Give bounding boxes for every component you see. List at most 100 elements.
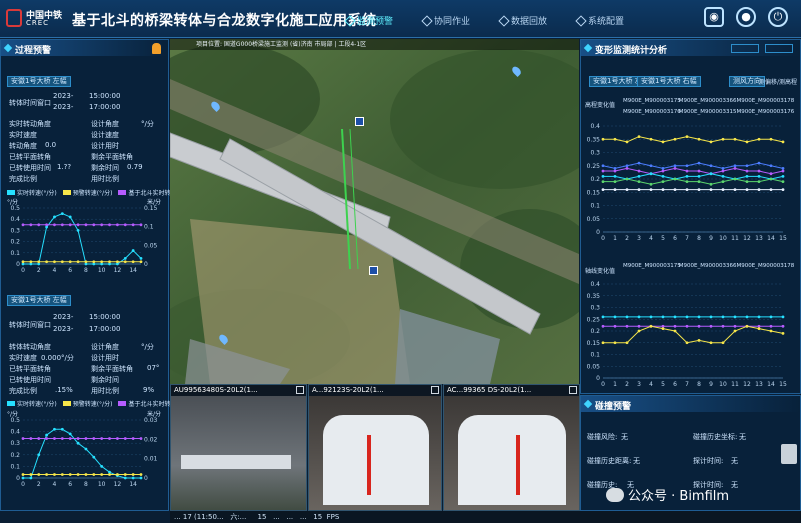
data-point — [53, 427, 56, 431]
user-icon[interactable]: ● — [736, 7, 756, 27]
power-icon[interactable]: ⏻ — [768, 7, 788, 27]
legend-item: M900E_M900003315 — [677, 108, 737, 117]
data-point — [68, 432, 72, 436]
x-tick-label: 9 — [709, 235, 713, 242]
data-point — [709, 172, 713, 176]
data-point — [139, 223, 143, 227]
data-point — [757, 174, 761, 178]
data-point — [53, 260, 56, 264]
bridge-right-button[interactable]: 安徽1号大桥 右幅 — [637, 76, 701, 87]
maximize-icon[interactable] — [296, 386, 304, 394]
qr-code-icon[interactable] — [781, 444, 797, 464]
camera-marker-icon[interactable] — [369, 266, 378, 275]
y-tick-label: 0 — [16, 475, 20, 482]
kv-key: 剩余平面转角 — [91, 153, 133, 161]
status-bar: ... 17 (11:50... 六:... 15 ... ... ... 15… — [170, 511, 801, 523]
y-tick-label: 0.25 — [587, 163, 601, 170]
time-end-date: 2023- — [53, 103, 74, 111]
y2-tick-label: 0 — [144, 261, 148, 268]
x-tick-label: 2 — [37, 267, 41, 274]
fingerprint-icon[interactable]: ◉ — [704, 7, 724, 27]
data-point — [757, 169, 761, 173]
y-tick-label: 0.25 — [587, 316, 601, 323]
data-point — [781, 174, 785, 178]
x-tick-label: 6 — [673, 381, 677, 388]
bridge-tag[interactable]: 安徽1号大桥 左幅 — [7, 295, 71, 306]
nav-settings[interactable]: 系统配置 — [575, 14, 624, 27]
data-point — [781, 140, 785, 144]
data-point — [100, 465, 104, 468]
offset-elevation-button[interactable]: 测偏移/测高程 — [759, 77, 797, 86]
data-point — [613, 324, 617, 328]
legend-label: 实时转速(°/分) — [17, 190, 57, 197]
kv-value: .15% — [55, 386, 73, 394]
x-tick-label: 14 — [129, 481, 137, 488]
data-point — [721, 169, 725, 173]
camera-marker-icon[interactable] — [355, 117, 364, 126]
data-point — [709, 164, 713, 168]
x-tick-label: 4 — [649, 235, 653, 242]
x-tick-label: 0 — [21, 267, 25, 274]
satellite-map[interactable]: 项目位置: 国道G000桥梁施工监测 (省)济南 市局部 | 工段4-1区 — [170, 39, 579, 384]
time-end-date: 2023- — [53, 325, 74, 333]
period-dropdown[interactable] — [765, 44, 793, 53]
kv-key: 实时转动角度 — [9, 120, 51, 128]
watermark: 公众号 · Bimfilm — [606, 485, 729, 504]
range-dropdown[interactable] — [731, 44, 759, 53]
time-end: 17:00:00 — [89, 103, 121, 111]
legend-label: M900E_M900003175 — [623, 98, 681, 104]
title-marker-icon — [583, 43, 593, 53]
y-tick-label: 0 — [596, 229, 600, 236]
x-tick-label: 12 — [114, 481, 122, 488]
x-tick-label: 7 — [685, 381, 689, 388]
data-point — [613, 137, 617, 141]
data-point — [685, 315, 689, 319]
y-tick-label: 0.2 — [10, 239, 20, 246]
x-tick-label: 5 — [661, 381, 665, 388]
nav-collaboration[interactable]: 协同作业 — [421, 14, 471, 27]
status-item: 15 — [257, 513, 267, 521]
chart-legend: 实时转速(°/分) 预警转速(°/分) 基于北斗实时转速(米/分) — [7, 399, 195, 408]
data-point — [108, 437, 111, 440]
maximize-icon[interactable] — [569, 386, 577, 394]
kv-key: 设计角度 — [91, 120, 119, 128]
data-point — [673, 315, 677, 319]
x-tick-label: 0 — [601, 235, 605, 242]
nav-label: 协同作业 — [434, 17, 471, 27]
data-point — [673, 164, 677, 168]
x-tick-label: 0 — [601, 381, 605, 388]
data-point — [733, 188, 737, 191]
time-start: 15:00:00 — [89, 92, 121, 100]
x-tick-label: 4 — [53, 481, 57, 488]
nav-playback[interactable]: 数据回放 — [498, 14, 547, 27]
panel-title: 碰撞预警 — [595, 402, 632, 412]
data-point — [68, 215, 72, 219]
x-tick-label: 6 — [68, 267, 72, 274]
video-feed-2[interactable]: A...92123S-20L2(1... — [308, 384, 442, 511]
data-point — [745, 315, 749, 319]
data-point — [116, 223, 119, 227]
x-tick-label: 8 — [697, 235, 701, 242]
data-point — [92, 223, 96, 227]
nav-monitoring[interactable]: 监测预警 — [344, 14, 393, 27]
data-point — [745, 324, 749, 328]
data-point — [637, 161, 641, 165]
x-tick-label: 14 — [767, 381, 775, 388]
kv-key: 探计时间: — [693, 457, 724, 465]
data-point — [84, 437, 88, 440]
video-feed-3[interactable]: AC...99365 DS-20L2(1... — [443, 384, 580, 511]
video-title: A...92123S-20L2(1... — [309, 385, 441, 396]
x-tick-label: 9 — [709, 381, 713, 388]
data-point — [21, 473, 25, 476]
kv-value: 无 — [739, 433, 746, 441]
data-point — [757, 161, 761, 165]
legend-item: M900E_M900003176 — [621, 108, 681, 117]
video-feed-1[interactable]: AU99563480S-20L2(1... — [170, 384, 307, 511]
maximize-icon[interactable] — [431, 386, 439, 394]
y2-tick-label: 0 — [144, 475, 148, 482]
data-point — [139, 260, 143, 264]
data-point — [37, 223, 41, 227]
diamond-icon — [421, 14, 433, 27]
bridge-tag[interactable]: 安徽1号大桥 左幅 — [7, 76, 71, 87]
y-tick-label: 0 — [596, 375, 600, 382]
